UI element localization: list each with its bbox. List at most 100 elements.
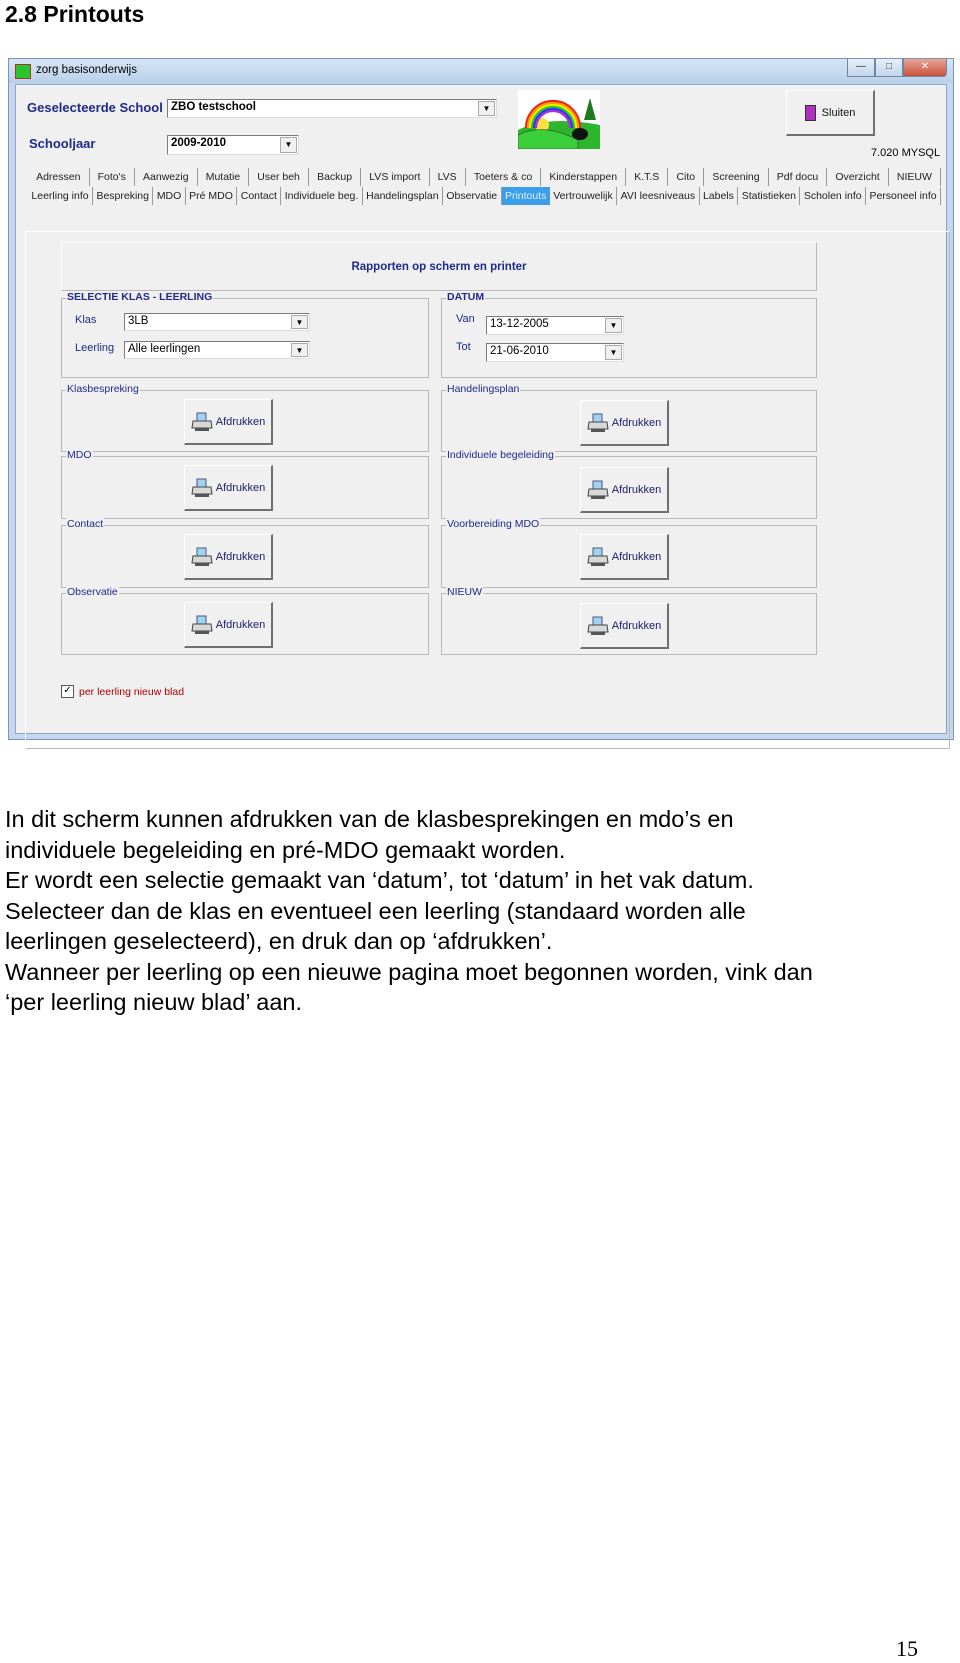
van-label: Van [456,313,475,325]
page-number: 15 [896,1636,918,1661]
school-label: Geselecteerde School : [27,100,171,115]
afdrukken-label: Afdrukken [215,618,266,631]
leerling-value: Alle leerlingen [128,343,201,355]
tab-lvs[interactable]: LVS [430,168,466,186]
tab-labels[interactable]: Labels [700,187,739,205]
afdrukken-button[interactable]: Afdrukken [580,534,669,580]
printer-icon [587,616,609,635]
window-title: zorg basisonderwijs [36,64,137,76]
section-observatie: Observatie Afdrukken [61,586,429,655]
client-area: Geselecteerde School : ZBO testschool ▼ … [15,84,950,749]
tab-avi-leesniveaus[interactable]: AVI leesniveaus [617,187,700,205]
schooljaar-select[interactable]: 2009-2010 ▼ [167,135,299,155]
panel-header: Rapporten op scherm en printer [351,260,527,273]
afdrukken-button[interactable]: Afdrukken [184,399,273,445]
tab-kinderstappen[interactable]: Kinderstappen [541,168,627,186]
klas-select[interactable]: 3LB ▼ [124,313,310,331]
close-window-button[interactable]: ✕ [903,59,947,77]
afdrukken-label: Afdrukken [611,483,662,496]
tab-screening[interactable]: Screening [704,168,769,186]
tab-nieuw[interactable]: NIEUW [889,168,941,186]
sluiten-button[interactable]: Sluiten [786,90,875,136]
tot-date-select[interactable]: 21-06-2010 ▼ [486,343,624,362]
tab-handelingsplan[interactable]: Handelingsplan [363,187,443,205]
leerling-select[interactable]: Alle leerlingen ▼ [124,341,310,359]
chevron-down-icon[interactable]: ▼ [478,101,495,116]
tab-pr-mdo[interactable]: Pré MDO [186,187,238,205]
tab-personeel-info[interactable]: Personeel info [866,187,942,205]
tab-k-t-s[interactable]: K.T.S [626,168,669,186]
section-title: Voorbereiding MDO [446,518,541,530]
tab-mdo[interactable]: MDO [153,187,186,205]
tab-statistieken[interactable]: Statistieken [738,187,801,205]
maximize-button[interactable]: □ [875,59,903,77]
printer-icon [587,480,609,499]
tab-contact[interactable]: Contact [237,187,282,205]
tab-overzicht[interactable]: Overzicht [827,168,889,186]
section-nieuw: NIEUW Afdrukken [441,586,817,655]
tab-foto-s[interactable]: Foto's [90,168,135,186]
description-paragraph: In dit scherm kunnen afdrukken van de kl… [5,804,813,1018]
van-date-select[interactable]: 13-12-2005 ▼ [486,316,624,335]
chevron-down-icon[interactable]: ▼ [280,137,297,153]
selectie-group: SELECTIE KLAS - LEERLING Klas 3LB ▼ Leer… [61,291,429,378]
tab-lvs-import[interactable]: LVS import [361,168,430,186]
school-select[interactable]: ZBO testschool ▼ [167,99,497,118]
printer-icon [587,413,609,432]
app-icon [15,64,31,79]
section-voorbereiding-mdo: Voorbereiding MDO Afdrukken [441,518,817,588]
tab-observatie[interactable]: Observatie [443,187,502,205]
tab-printouts[interactable]: Printouts [501,187,550,205]
tab-user-beh[interactable]: User beh [249,168,309,186]
afdrukken-label: Afdrukken [215,481,266,494]
tab-vertrouwelijk[interactable]: Vertrouwelijk [550,187,618,205]
checkbox-checked-icon[interactable]: ✓ [61,685,74,698]
paragraph-line: Er wordt een selectie gemaakt van ‘datum… [5,867,754,893]
afdrukken-button[interactable]: Afdrukken [580,467,669,513]
afdrukken-label: Afdrukken [611,550,662,563]
section-title: NIEUW [446,586,483,598]
tab-individuele-beg[interactable]: Individuele beg. [281,187,363,205]
tab-toeters-co[interactable]: Toeters & co [466,168,542,186]
tab-scholen-info[interactable]: Scholen info [800,187,867,205]
afdrukken-button[interactable]: Afdrukken [184,602,273,648]
title-bar[interactable]: zorg basisonderwijs — □ ✕ [9,59,953,83]
section-title: Handelingsplan [446,383,521,395]
tab-bespreking[interactable]: Bespreking [93,187,154,205]
version-label: 7.020 MYSQL [871,147,941,159]
afdrukken-button[interactable]: Afdrukken [580,400,669,446]
chevron-down-icon[interactable]: ▼ [605,318,622,333]
afdrukken-button[interactable]: Afdrukken [580,603,669,649]
paragraph-line: individuele begeleiding en pré-MDO gemaa… [5,836,566,863]
tab-leerling-info[interactable]: Leerling info [28,187,94,205]
schooljaar-value: 2009-2010 [171,137,226,149]
section-title: Individuele begeleiding [446,449,555,461]
printer-icon [587,547,609,566]
tab-pdf-docu[interactable]: Pdf docu [769,168,828,186]
minimize-button[interactable]: — [847,59,875,77]
tab-aanwezig[interactable]: Aanwezig [135,168,198,186]
afdrukken-label: Afdrukken [215,415,266,428]
per-leerling-checkbox[interactable]: ✓ per leerling nieuw blad [61,685,184,698]
leerling-label: Leerling [75,342,115,354]
school-value: ZBO testschool [171,101,256,113]
chevron-down-icon[interactable]: ▼ [291,315,308,329]
chevron-down-icon[interactable]: ▼ [605,345,622,360]
section-contact: Contact Afdrukken [61,518,429,588]
afdrukken-label: Afdrukken [611,619,662,632]
tab-cito[interactable]: Cito [668,168,705,186]
exit-door-icon [804,104,816,121]
rainbow-logo [518,90,600,149]
tab-row-2: Leerling info Bespreking MDO Pré MDO Contact… [28,187,942,205]
paragraph-line: Wanneer per leerling op een nieuwe pagin… [5,958,813,985]
tab-mutatie[interactable]: Mutatie [198,168,250,186]
tab-backup[interactable]: Backup [309,168,362,186]
tot-value: 21-06-2010 [490,345,549,357]
afdrukken-button[interactable]: Afdrukken [184,534,273,580]
afdrukken-button[interactable]: Afdrukken [184,465,273,511]
section-klasbespreking: Klasbespreking Afdrukken [61,383,429,452]
klas-value: 3LB [128,315,149,327]
section-title: MDO [66,449,93,461]
chevron-down-icon[interactable]: ▼ [291,343,308,357]
tab-adressen[interactable]: Adressen [28,168,90,186]
